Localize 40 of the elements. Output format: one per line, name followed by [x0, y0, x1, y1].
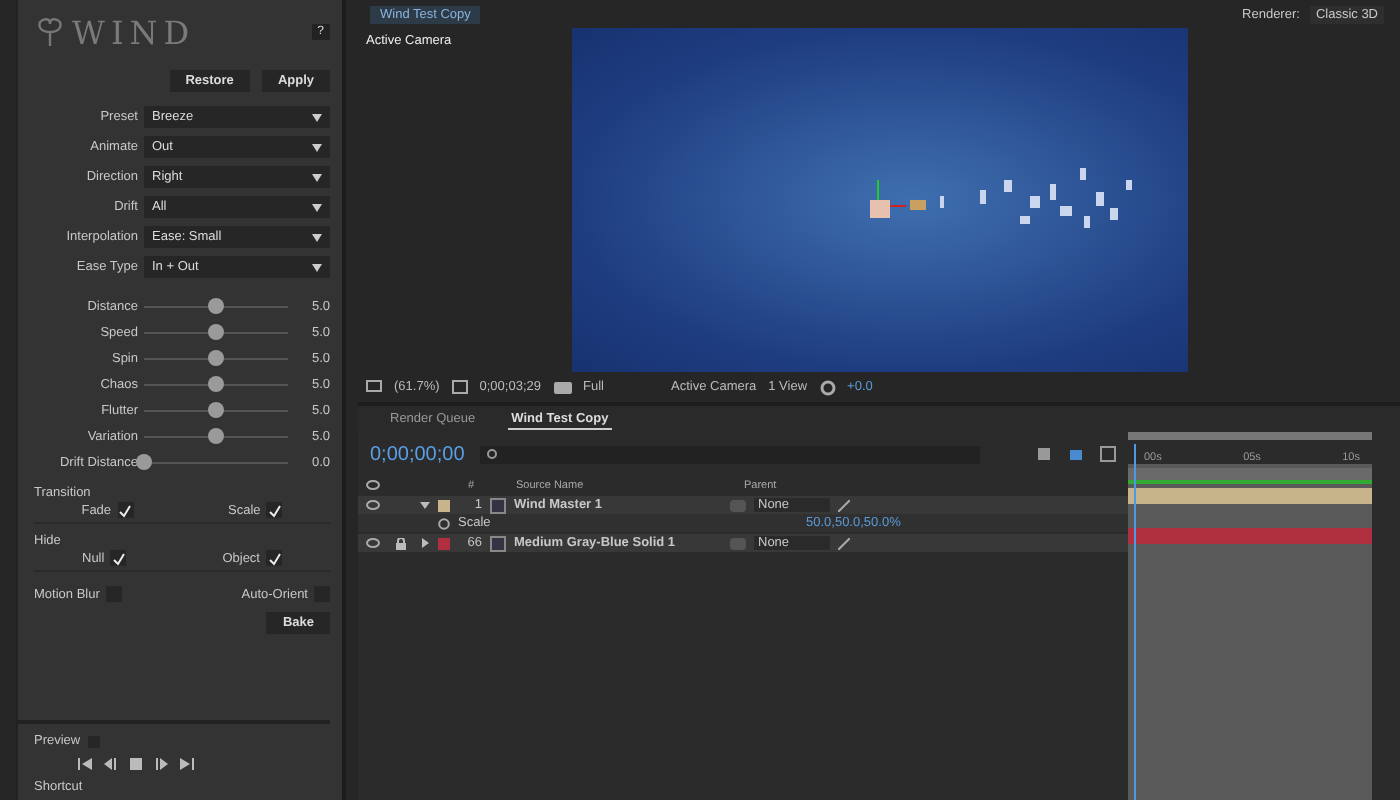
- slider-thumb[interactable]: [136, 454, 152, 470]
- graph-icon[interactable]: [1100, 446, 1116, 462]
- eye-icon[interactable]: [366, 538, 380, 548]
- settings-icon[interactable]: [819, 379, 836, 395]
- search-field[interactable]: [480, 445, 980, 463]
- skip-forward-icon[interactable]: [180, 758, 194, 770]
- footage-icon: [490, 497, 506, 513]
- slider-thumb[interactable]: [208, 402, 224, 418]
- step-back-icon[interactable]: [104, 758, 118, 770]
- checkbox[interactable]: [266, 550, 282, 566]
- slider-thumb[interactable]: [208, 428, 224, 444]
- checkbox[interactable]: [117, 502, 134, 518]
- camera-icon[interactable]: [553, 380, 571, 394]
- step-forward-icon[interactable]: [154, 758, 168, 770]
- caret-icon: [312, 203, 322, 211]
- slider-thumb[interactable]: [208, 350, 224, 366]
- caret-icon: [312, 233, 322, 241]
- label-color-swatch[interactable]: [438, 537, 450, 549]
- slider-thumb[interactable]: [208, 298, 224, 314]
- twirl-icon[interactable]: [420, 500, 430, 510]
- search-icon: [486, 447, 501, 461]
- layers-icon[interactable]: [1068, 446, 1084, 462]
- checkbox[interactable]: [110, 550, 127, 566]
- caret-icon: [312, 113, 322, 121]
- display-icon[interactable]: [366, 380, 382, 394]
- caret-icon: [312, 173, 322, 181]
- timeline-timecode[interactable]: 0;00;00;00: [370, 443, 465, 465]
- slider-thumb[interactable]: [208, 376, 224, 392]
- skip-back-icon[interactable]: [78, 758, 92, 770]
- checkbox[interactable]: [266, 502, 283, 518]
- wind-logo: WIND: [72, 13, 198, 51]
- caret-icon: [312, 143, 322, 151]
- slider-thumb[interactable]: [208, 324, 224, 340]
- twirl-icon[interactable]: [420, 538, 430, 548]
- stopwatch-icon[interactable]: [438, 517, 450, 529]
- caret-icon: [312, 263, 322, 271]
- label-color-swatch[interactable]: [438, 499, 450, 511]
- lock-icon[interactable]: [395, 537, 405, 549]
- tree-logo-icon: [34, 16, 66, 48]
- footage-icon: [490, 535, 506, 551]
